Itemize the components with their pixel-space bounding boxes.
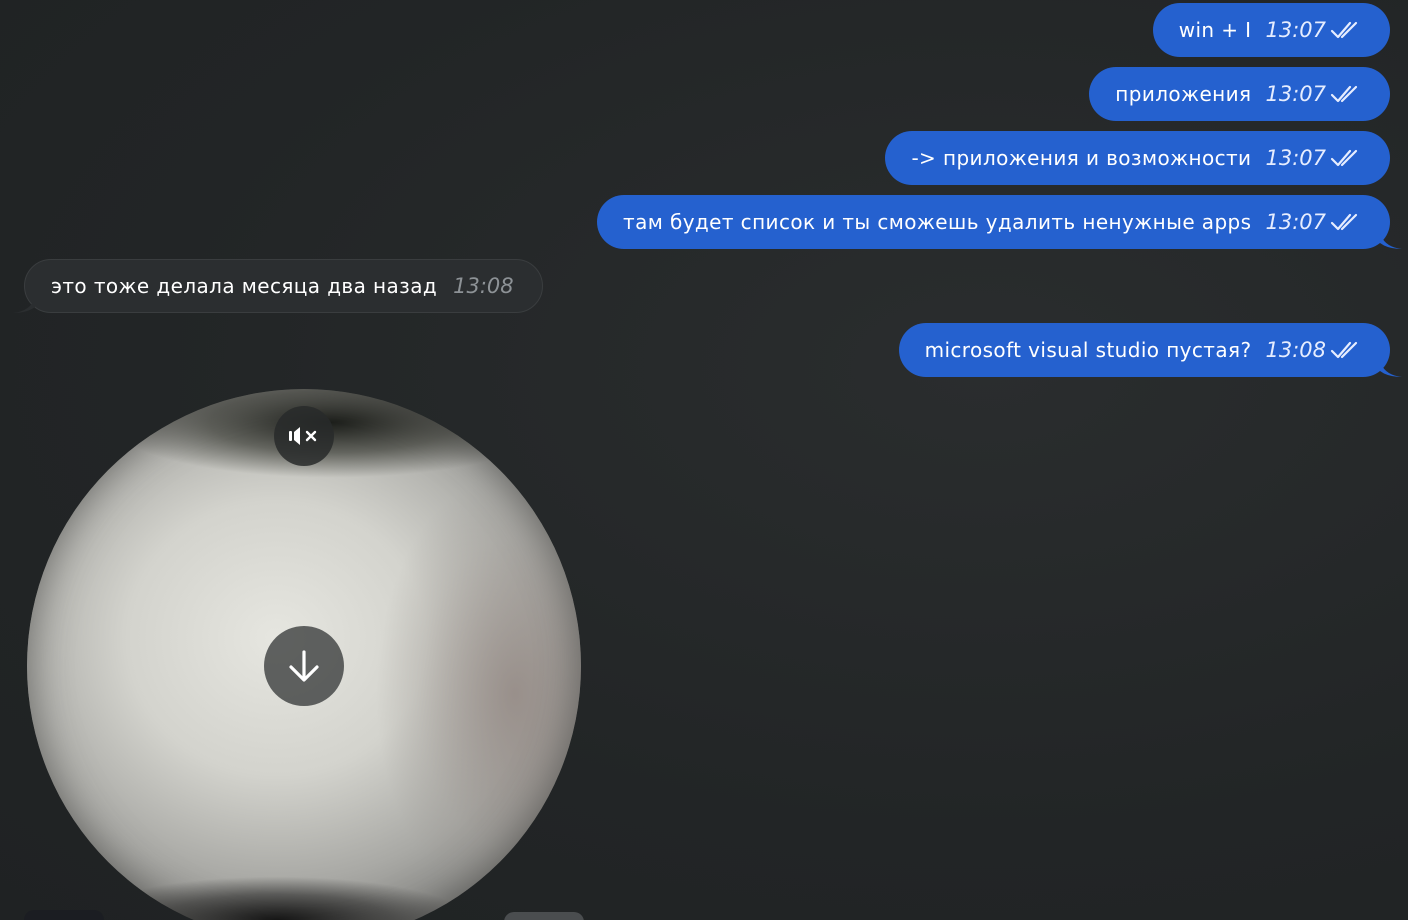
message-meta: 13:08 <box>453 274 514 298</box>
bubble-tail <box>1380 233 1402 249</box>
message-time: 13:07 <box>1265 146 1326 170</box>
message-time: 13:07 <box>1265 18 1326 42</box>
message-meta: 13:07 <box>1265 18 1362 42</box>
video-duration-badge <box>24 910 104 920</box>
speaker-muted-icon <box>289 427 317 445</box>
double-check-icon <box>1330 85 1358 103</box>
message-text: microsoft visual studio пустая? <box>924 338 1252 362</box>
chat-history: win + I 13:07 приложения 13:07 -> прилож… <box>0 0 1408 920</box>
message-meta: 13:08 <box>1265 338 1362 362</box>
double-check-icon <box>1330 341 1358 359</box>
message-text: приложения <box>1115 82 1252 106</box>
message-time: 13:08 <box>453 274 514 298</box>
message-text: win + I <box>1178 18 1252 42</box>
outgoing-message[interactable]: microsoft visual studio пустая? 13:08 <box>898 323 1402 377</box>
double-check-icon <box>1330 213 1358 231</box>
message-meta: 13:07 <box>1265 146 1362 170</box>
video-time-badge <box>504 912 584 920</box>
message-time: 13:07 <box>1265 210 1326 234</box>
message-text: это тоже делала месяца два назад <box>51 274 438 298</box>
outgoing-message[interactable]: win + I 13:07 <box>1152 3 1390 57</box>
download-arrow-icon <box>289 650 319 682</box>
incoming-message[interactable]: это тоже делала месяца два назад 13:08 <box>13 259 543 313</box>
message-text: там будет список и ты сможешь удалить не… <box>623 210 1252 234</box>
double-check-icon <box>1330 21 1358 39</box>
message-meta: 13:07 <box>1265 210 1362 234</box>
bubble-tail <box>1380 361 1402 377</box>
message-meta: 13:07 <box>1265 82 1362 106</box>
outgoing-message[interactable]: -> приложения и возможности 13:07 <box>885 131 1390 185</box>
download-button[interactable] <box>264 626 344 706</box>
outgoing-message[interactable]: приложения 13:07 <box>1089 67 1390 121</box>
outgoing-message[interactable]: там будет список и ты сможешь удалить не… <box>597 195 1402 249</box>
message-time: 13:07 <box>1265 82 1326 106</box>
double-check-icon <box>1330 149 1358 167</box>
bubble-tail <box>13 297 35 313</box>
message-time: 13:08 <box>1265 338 1326 362</box>
message-text: -> приложения и возможности <box>911 146 1252 170</box>
mute-toggle-button[interactable] <box>274 406 334 466</box>
